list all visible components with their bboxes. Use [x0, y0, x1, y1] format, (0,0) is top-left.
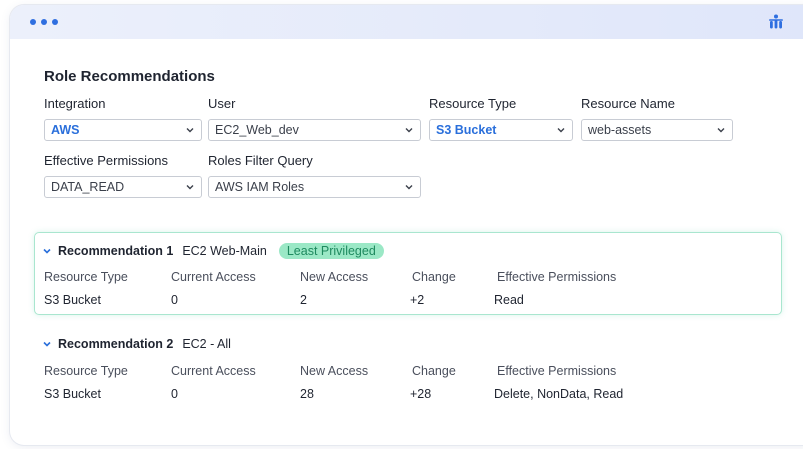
integration-label: Integration: [44, 96, 106, 111]
table-cell: S3 Bucket: [44, 293, 101, 307]
column-header-change: Change: [412, 364, 456, 378]
recommendation-name: Recommendation 1: [58, 244, 174, 258]
chevron-down-icon: [717, 128, 725, 133]
table-cell: 0: [171, 387, 178, 401]
recommendation-name: Recommendation 2: [58, 337, 174, 351]
table-cell: S3 Bucket: [44, 387, 101, 401]
title-bar: [10, 5, 803, 39]
column-header-new-access: New Access: [300, 364, 369, 378]
resource-name-select[interactable]: web-assets: [581, 119, 733, 141]
table-cell: 28: [300, 387, 314, 401]
effective-permissions-value: DATA_READ: [51, 180, 125, 194]
effective-permissions-label: Effective Permissions: [44, 153, 169, 168]
column-header-effective-permissions: Effective Permissions: [497, 364, 617, 378]
least-privileged-badge: Least Privileged: [278, 243, 384, 259]
roles-filter-query-label: Roles Filter Query: [208, 153, 313, 168]
effective-permissions-select[interactable]: DATA_READ: [44, 176, 202, 198]
resource-name-label: Resource Name: [581, 96, 675, 111]
roles-filter-query-select[interactable]: AWS IAM Roles: [208, 176, 421, 198]
resource-type-label: Resource Type: [429, 96, 517, 111]
table-cell: 0: [171, 293, 178, 307]
chevron-down-icon: [405, 185, 413, 190]
column-header-effective-permissions: Effective Permissions: [497, 270, 617, 284]
chevron-down-icon: [405, 128, 413, 133]
integration-value: AWS: [51, 123, 80, 137]
chevron-down-icon: [557, 128, 565, 133]
recommendation-role: EC2 - All: [182, 337, 231, 351]
table-cell: +28: [410, 387, 432, 401]
column-header-new-access: New Access: [300, 270, 369, 284]
page-title: Role Recommendations: [44, 68, 215, 85]
column-header-current-access: Current Access: [171, 364, 256, 378]
window-dot: [41, 19, 47, 25]
caret-down-icon[interactable]: [42, 246, 52, 256]
column-header-resource-type: Resource Type: [44, 270, 128, 284]
column-header-current-access: Current Access: [171, 270, 256, 284]
recommendation-header-2[interactable]: Recommendation 2 EC2 - All: [42, 337, 231, 351]
table-cell: 2: [300, 293, 307, 307]
resource-type-value: S3 Bucket: [436, 123, 497, 137]
recommendation-header-1[interactable]: Recommendation 1 EC2 Web-Main Least Priv…: [42, 243, 384, 259]
user-label: User: [208, 96, 236, 111]
window-dot: [30, 19, 36, 25]
resource-name-value: web-assets: [588, 123, 652, 137]
resource-type-select[interactable]: S3 Bucket: [429, 119, 573, 141]
brand-logo-icon: [769, 14, 783, 29]
user-select[interactable]: EC2_Web_dev: [208, 119, 421, 141]
caret-down-icon[interactable]: [42, 339, 52, 349]
window-dots-icon[interactable]: [30, 19, 58, 25]
window-dot: [52, 19, 58, 25]
recommendation-role: EC2 Web-Main: [182, 244, 267, 258]
integration-select[interactable]: AWS: [44, 119, 202, 141]
chevron-down-icon: [186, 185, 194, 190]
table-cell: +2: [410, 293, 425, 307]
table-cell: Delete, NonData, Read: [494, 387, 624, 401]
table-cell: Read: [494, 293, 524, 307]
user-value: EC2_Web_dev: [215, 123, 299, 137]
column-header-change: Change: [412, 270, 456, 284]
column-header-resource-type: Resource Type: [44, 364, 128, 378]
roles-filter-query-value: AWS IAM Roles: [215, 180, 305, 194]
chevron-down-icon: [186, 128, 194, 133]
